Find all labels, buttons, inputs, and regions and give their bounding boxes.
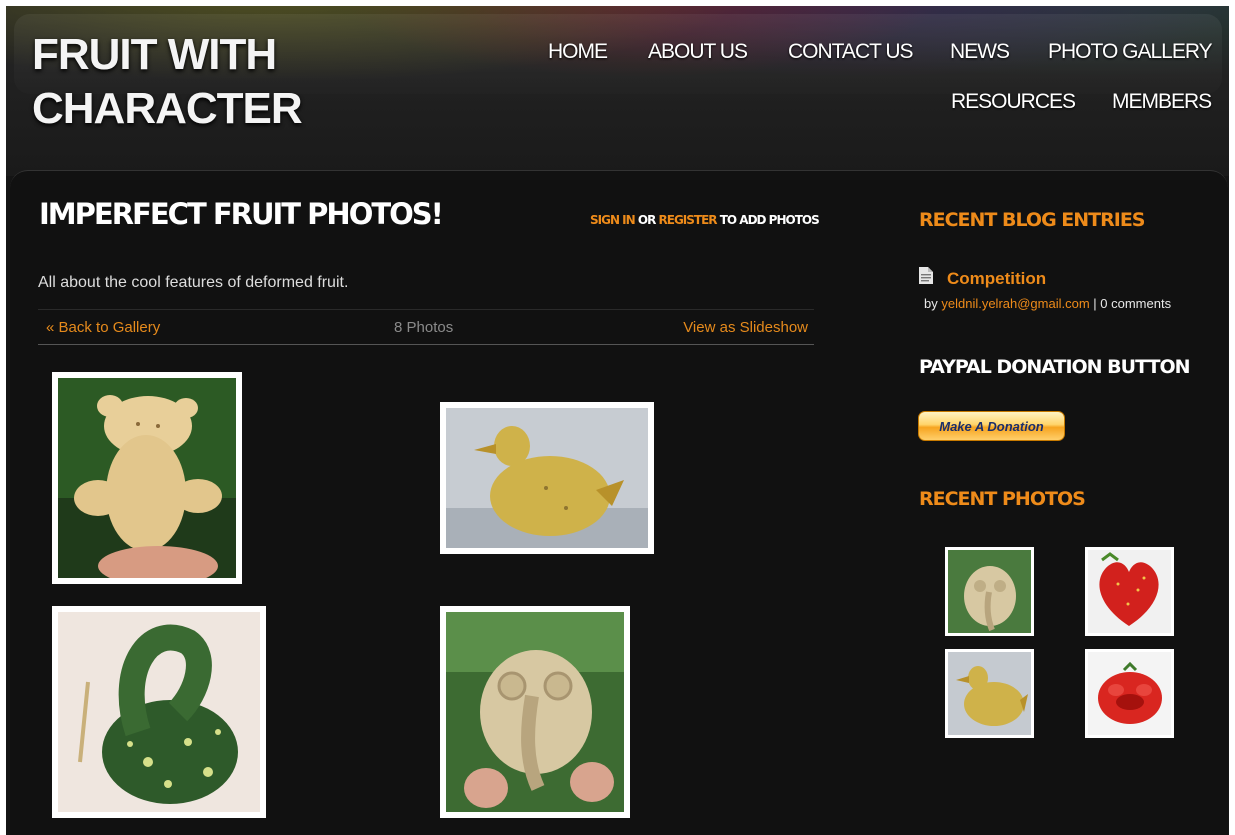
view-slideshow-link[interactable]: View as Slideshow bbox=[683, 319, 808, 336]
sign-in-link[interactable]: SIGN IN bbox=[590, 213, 636, 227]
recent-photo-heart-strawberry[interactable] bbox=[1085, 547, 1174, 636]
photo-thumbnail-duck-potato[interactable] bbox=[440, 402, 654, 554]
back-to-gallery-link[interactable]: « Back to Gallery bbox=[46, 319, 160, 336]
blog-author-link[interactable]: yeldnil.yelrah@gmail.com bbox=[941, 296, 1089, 311]
site-title[interactable]: FRUIT WITH CHARACTER bbox=[32, 28, 362, 136]
blog-by-text: by bbox=[924, 296, 938, 311]
nav-photo-gallery[interactable]: PHOTO GALLERY bbox=[1048, 40, 1213, 64]
photo-thumbnail-face-parsnip[interactable] bbox=[440, 606, 630, 818]
blog-entry-meta: by yeldnil.yelrah@gmail.com | 0 comments bbox=[924, 296, 1171, 311]
face-parsnip-image bbox=[446, 612, 624, 812]
nav-contact-us[interactable]: CONTACT US bbox=[788, 40, 914, 64]
page-title: IMPERFECT FRUIT PHOTOS! bbox=[39, 197, 444, 231]
nav-resources[interactable]: RESOURCES bbox=[951, 90, 1076, 114]
site-header: FRUIT WITH CHARACTER HOME ABOUT US CONTA… bbox=[6, 6, 1229, 176]
nav-news[interactable]: NEWS bbox=[950, 40, 1010, 64]
document-icon bbox=[919, 267, 933, 284]
recent-photo-lips-tomato[interactable] bbox=[1085, 649, 1174, 738]
recent-photo-face-parsnip[interactable] bbox=[945, 547, 1034, 636]
gallery-toolbar: « Back to Gallery 8 Photos View as Slide… bbox=[38, 309, 814, 345]
recent-photos-heading: RECENT PHOTOS bbox=[919, 488, 1086, 510]
duck-potato-image bbox=[446, 408, 648, 548]
recent-photo-duck-potato[interactable] bbox=[945, 649, 1034, 738]
recent-photo-4-image bbox=[1088, 652, 1171, 735]
photo-count: 8 Photos bbox=[394, 319, 454, 336]
make-donation-button[interactable]: Make A Donation bbox=[918, 411, 1065, 441]
recent-blog-entries-heading: RECENT BLOG ENTRIES bbox=[919, 209, 1145, 231]
nav-about-us[interactable]: ABOUT US bbox=[648, 40, 748, 64]
photo-thumbnail-bear-potato[interactable] bbox=[52, 372, 242, 584]
auth-suffix-text: TO ADD PHOTOS bbox=[719, 213, 820, 227]
auth-links: SIGN IN OR REGISTER TO ADD PHOTOS bbox=[590, 213, 820, 227]
page-frame: FRUIT WITH CHARACTER HOME ABOUT US CONTA… bbox=[6, 6, 1229, 835]
bear-potato-image bbox=[58, 378, 236, 578]
paypal-donation-heading: PAYPAL DONATION BUTTON bbox=[919, 356, 1191, 378]
recent-photo-2-image bbox=[1088, 550, 1171, 633]
auth-or-text: OR bbox=[637, 213, 656, 227]
recent-photo-3-image bbox=[948, 652, 1031, 735]
swan-gourd-image bbox=[58, 612, 260, 812]
nav-home[interactable]: HOME bbox=[548, 40, 608, 64]
recent-photo-1-image bbox=[948, 550, 1031, 633]
register-link[interactable]: REGISTER bbox=[659, 213, 718, 227]
blog-comments-count[interactable]: | 0 comments bbox=[1093, 296, 1171, 311]
gallery-description: All about the cool features of deformed … bbox=[38, 274, 349, 291]
blog-entry-title[interactable]: Competition bbox=[947, 269, 1046, 289]
photo-thumbnail-swan-gourd[interactable] bbox=[52, 606, 266, 818]
nav-members[interactable]: MEMBERS bbox=[1112, 90, 1212, 114]
